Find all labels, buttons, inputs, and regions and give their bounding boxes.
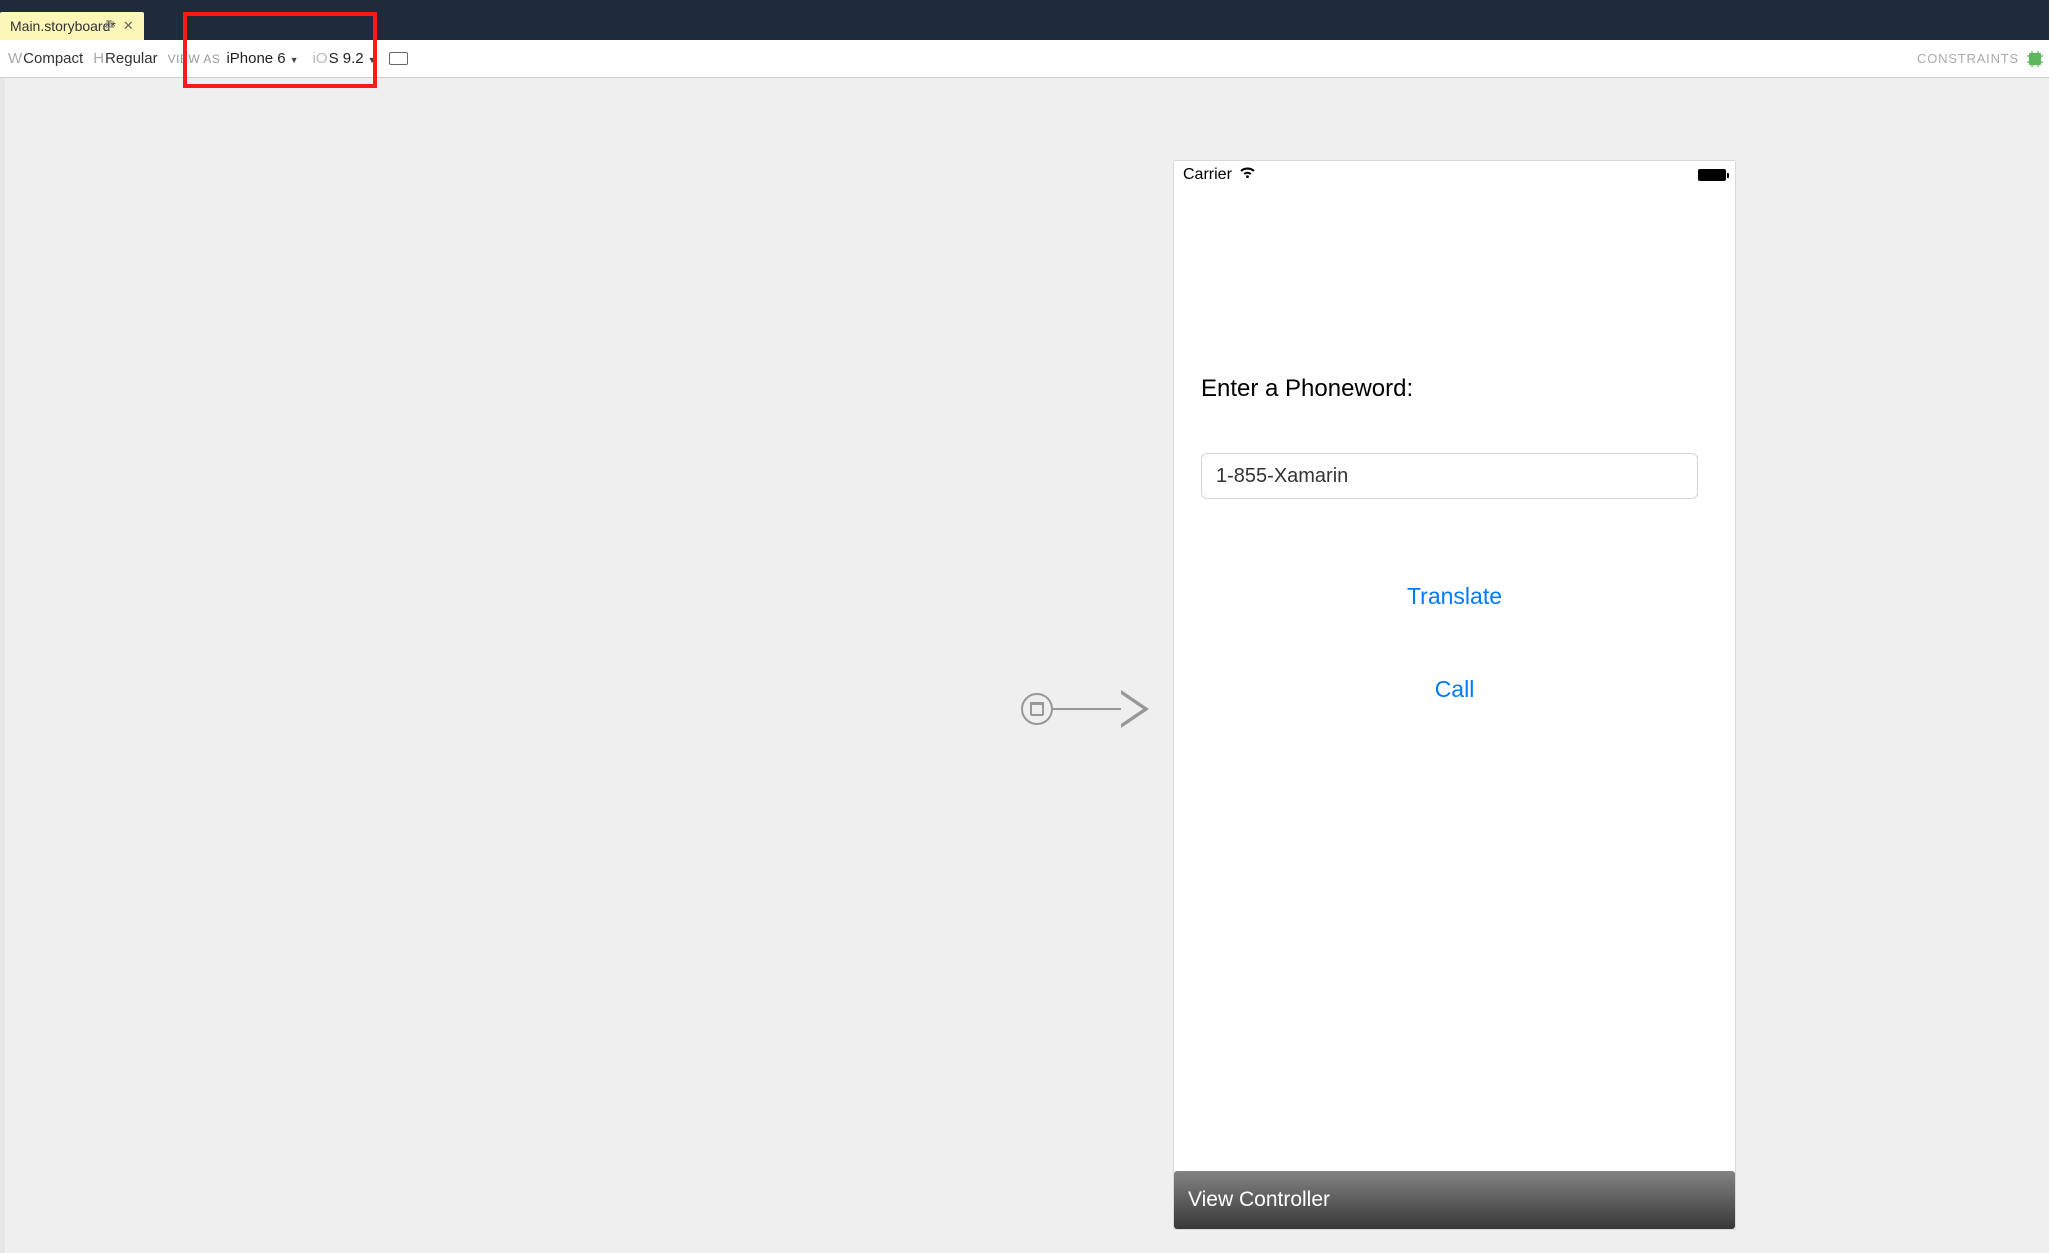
designer-toolbar: WCompact HRegular VIEW AS iPhone 6 ▼ iO … <box>0 40 2049 78</box>
pin-icon[interactable] <box>104 20 114 33</box>
call-button[interactable]: Call <box>1201 676 1708 703</box>
ios-version-dropdown[interactable]: S 9.2 ▼ <box>329 50 377 67</box>
carrier-label: Carrier <box>1183 166 1232 184</box>
view-as-label: VIEW AS <box>168 52 221 66</box>
wifi-icon <box>1239 166 1256 184</box>
translate-button[interactable]: Translate <box>1201 583 1708 610</box>
orientation-landscape-icon[interactable] <box>389 52 408 65</box>
size-class-selector[interactable]: WCompact HRegular <box>8 50 158 67</box>
tab-bar: Main.storyboard* ✕ <box>0 10 2049 40</box>
initial-segue[interactable] <box>1021 690 1149 728</box>
constraints-label: CONSTRAINTS <box>1917 51 2019 66</box>
canvas[interactable]: Carrier Enter a Phoneword: 1-855-Xamarin… <box>0 78 2049 1253</box>
ios-version-prefix: iO <box>313 50 328 67</box>
segue-source-icon <box>1021 693 1053 725</box>
ios-version-label: S 9.2 <box>329 50 364 67</box>
constraints-toggle-icon[interactable] <box>2027 51 2043 67</box>
content-area: Enter a Phoneword: 1-855-Xamarin Transla… <box>1173 190 1736 703</box>
scene-dock-label: View Controller <box>1188 1188 1330 1212</box>
chevron-down-icon: ▼ <box>290 55 299 65</box>
tab-main-storyboard[interactable]: Main.storyboard* ✕ <box>0 12 144 40</box>
device-label: iPhone 6 <box>226 50 285 67</box>
battery-icon <box>1698 169 1726 181</box>
tab-title: Main.storyboard* <box>10 18 116 34</box>
status-bar: Carrier <box>1173 160 1736 190</box>
chevron-down-icon: ▼ <box>368 55 377 65</box>
iphone-canvas[interactable]: Carrier Enter a Phoneword: 1-855-Xamarin… <box>1173 160 1736 1230</box>
close-icon[interactable]: ✕ <box>123 18 134 34</box>
arrow-right-icon <box>1121 690 1149 728</box>
scene-dock[interactable]: View Controller <box>1174 1171 1735 1229</box>
phoneword-prompt-label: Enter a Phoneword: <box>1201 375 1708 403</box>
phoneword-text-field[interactable]: 1-855-Xamarin <box>1201 453 1698 499</box>
text-field-value: 1-855-Xamarin <box>1216 465 1348 488</box>
device-dropdown[interactable]: iPhone 6 ▼ <box>226 50 298 67</box>
